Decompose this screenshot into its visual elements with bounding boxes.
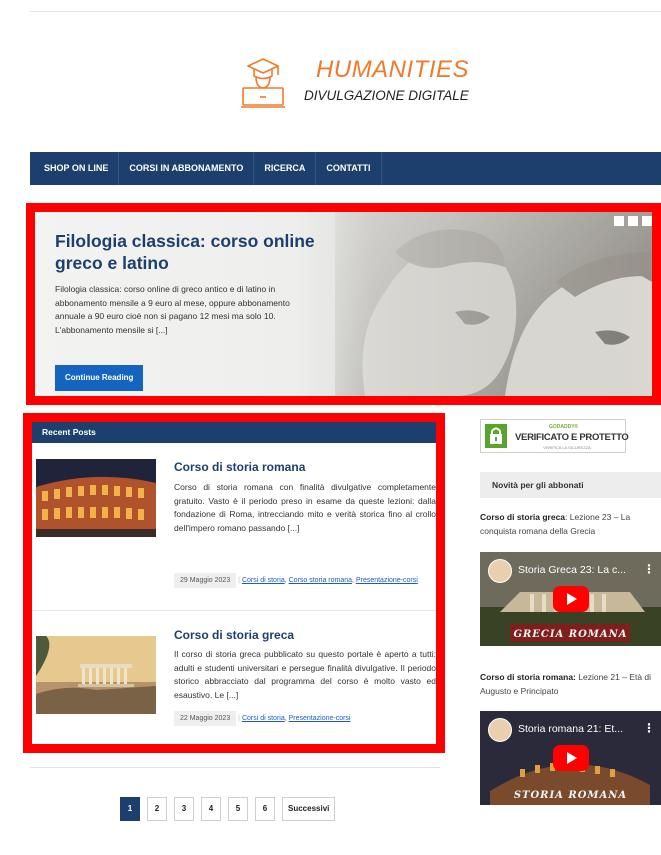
post-item: Corso di storia romana Corso di storia r… [32, 443, 436, 610]
video-embed[interactable]: Storia romana 21: Et... ⋮ STORIA ROMANA [480, 711, 661, 805]
category-link[interactable]: Corso storia romana [289, 577, 352, 584]
video-caption: GRECIA ROMANA [513, 629, 628, 640]
recent-posts-widget: Recent Posts Corso di storia romana Cors… [23, 413, 445, 753]
sidebar-news-item[interactable]: Corso di storia romana: Lezione 21 – Età… [480, 670, 661, 698]
acropolis-thumbnail[interactable] [36, 636, 156, 714]
sidebar-course-name: Corso di storia romana: [480, 672, 576, 682]
security-badge[interactable]: GODADDY® VERIFICATO E PROTETTO VERIFICA … [480, 419, 629, 453]
video-title: Storia romana 21: Et... [518, 723, 624, 735]
video-embed[interactable]: Storia Greca 23: La c... ⋮ GRECIA ROMANA [480, 552, 661, 646]
sidebar-course-name: Corso di storia greca [480, 512, 566, 522]
site-tagline: DIVULGAZIONE DIGITALE [304, 88, 469, 103]
more-options-icon[interactable]: ⋮ [643, 721, 655, 735]
pagination: 1 2 3 4 5 6 Successivi [120, 797, 336, 821]
badge-sublabel: VERIFICA LA SICUREZZA [543, 445, 591, 450]
hero-title[interactable]: Filologia classica: corso online greco e… [55, 230, 315, 274]
page-6-button[interactable]: 6 [255, 797, 275, 821]
post-meta: 22 Maggio 2023 | Corsi di storia, Presen… [174, 711, 351, 726]
page-1-button[interactable]: 1 [120, 797, 140, 821]
category-link[interactable]: Presentazione-corsi [289, 715, 351, 722]
post-meta: 29 Maggio 2023 | Corsi di storia, Corso … [174, 573, 418, 588]
hero-excerpt: Filologia classica: corso online di grec… [55, 284, 290, 335]
page-2-button[interactable]: 2 [147, 797, 167, 821]
channel-avatar [488, 559, 512, 583]
main-navigation: SHOP ON LINE CORSI IN ABBONAMENTO RICERC… [30, 152, 661, 185]
video-caption: STORIA ROMANA [513, 790, 628, 801]
play-button-icon[interactable] [553, 586, 589, 612]
post-title[interactable]: Corso di storia romana [174, 460, 305, 474]
nav-shop-online[interactable]: SHOP ON LINE [30, 152, 120, 185]
post-date: 22 Maggio 2023 [174, 711, 237, 726]
top-divider [30, 11, 661, 12]
category-link[interactable]: Presentazione-corsi [356, 577, 418, 584]
nav-contatti[interactable]: CONTATTI [316, 152, 382, 185]
post-item: Corso di storia greca Il corso di storia… [32, 611, 436, 741]
slider-dot[interactable] [642, 216, 652, 226]
slider-dot[interactable] [614, 216, 624, 226]
post-date: 29 Maggio 2023 [174, 573, 237, 588]
next-page-button[interactable]: Successivi [282, 797, 336, 821]
badge-label: VERIFICATO E PROTETTO [515, 432, 629, 443]
channel-avatar [488, 718, 512, 742]
site-title: HUMANITIES [316, 56, 470, 83]
nav-ricerca[interactable]: RICERCA [254, 152, 317, 185]
slider-dot[interactable] [628, 216, 638, 226]
post-title[interactable]: Corso di storia greca [174, 628, 294, 642]
page-5-button[interactable]: 5 [228, 797, 248, 821]
recent-posts-heading: Recent Posts [32, 422, 436, 443]
content-divider [30, 767, 440, 768]
colosseum-thumbnail[interactable] [36, 459, 156, 537]
featured-slider: Filologia classica: corso online greco e… [26, 203, 661, 405]
site-logo[interactable]: HUMANITIES DIVULGAZIONE DIGITALE [240, 50, 500, 114]
post-excerpt: Corso di storia romana con finalità divu… [174, 482, 436, 534]
badge-brand: GODADDY® [549, 424, 579, 430]
play-button-icon[interactable] [553, 745, 589, 771]
graduate-laptop-icon [241, 58, 285, 108]
nav-corsi-abbonamento[interactable]: CORSI IN ABBONAMENTO [119, 152, 255, 185]
more-options-icon[interactable]: ⋮ [643, 562, 655, 576]
slider-pagination [614, 216, 652, 226]
video-title: Storia Greca 23: La c... [518, 564, 626, 576]
continue-reading-button[interactable]: Continue Reading [55, 365, 144, 391]
category-link[interactable]: Corsi di storia [242, 577, 285, 584]
page-4-button[interactable]: 4 [201, 797, 221, 821]
lock-icon [485, 424, 507, 448]
category-link[interactable]: Corsi di storia [242, 715, 285, 722]
sidebar-news-item[interactable]: Corso di storia greca: Lezione 23 – La c… [480, 510, 661, 538]
sidebar-heading: Novità per gli abbonati [480, 472, 661, 498]
page-3-button[interactable]: 3 [174, 797, 194, 821]
post-excerpt: Il corso di storia greca pubblicato su q… [174, 649, 436, 701]
